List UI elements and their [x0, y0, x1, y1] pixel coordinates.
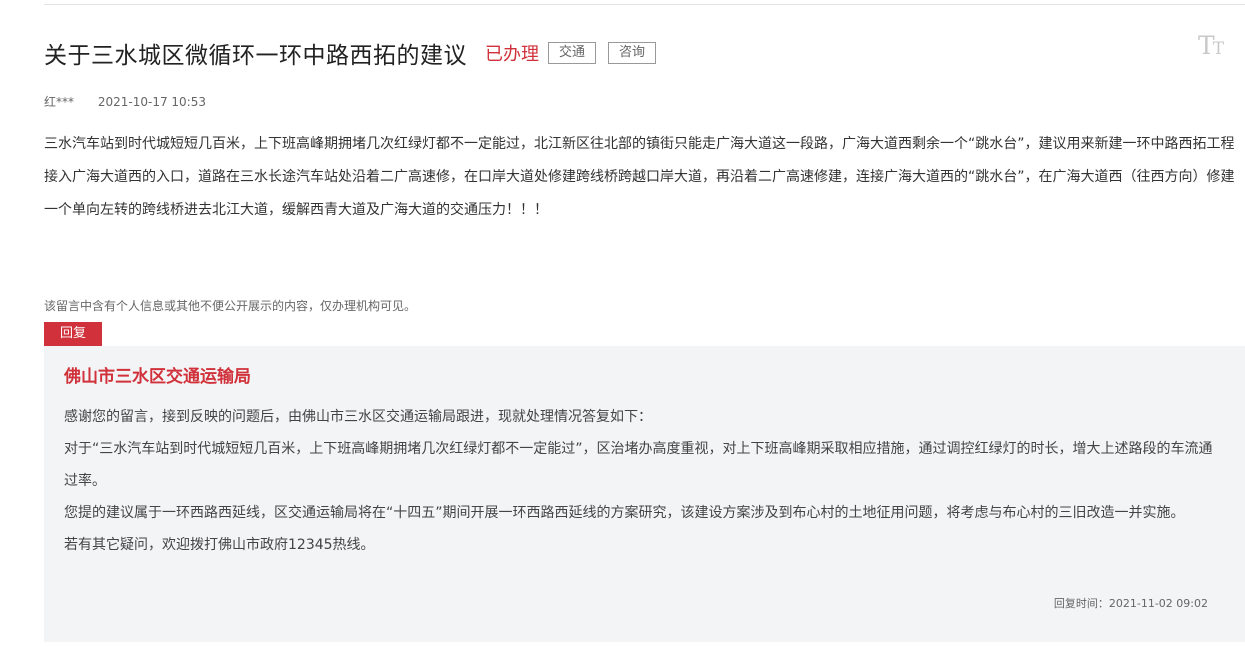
tag-traffic[interactable]: 交通: [548, 42, 597, 64]
reply-paragraph-2: 对于“三水汽车站到时代城短短几百米，上下班高峰期拥堵几次红绿灯都不一定能过”，区…: [64, 441, 1213, 489]
tag-consultation[interactable]: 咨询: [608, 42, 657, 64]
small-t-glyph: T: [1212, 39, 1224, 59]
reply-panel: 佛山市三水区交通运输局 感谢您的留言，接到反映的问题后，由佛山市三水区交通运输局…: [44, 346, 1245, 642]
message-text: 三水汽车站到时代城短短几百米，上下班高峰期拥堵几次红绿灯都不一定能过，北江新区往…: [44, 136, 1235, 218]
privacy-note: 该留言中含有个人信息或其他不便公开展示的内容，仅办理机构可见。: [44, 299, 417, 313]
title-row: 关于三水城区微循环一环中路西拓的建议 已办理 交通 咨询: [44, 36, 657, 70]
reply-time: 回复时间：2021-11-02 09:02: [1053, 597, 1208, 610]
message-detail-page: 关于三水城区微循环一环中路西拓的建议 已办理 交通 咨询 TT 红*** 202…: [0, 0, 1245, 657]
author-name: 红***: [44, 95, 75, 109]
reply-body: 感谢您的留言，接到反映的问题后，由佛山市三水区交通运输局跟进，现就处理情况答复如…: [64, 401, 1224, 561]
message-content: 三水汽车站到时代城短短几百米，上下班高峰期拥堵几次红绿灯都不一定能过，北江新区往…: [44, 128, 1244, 227]
status-label: 已办理: [485, 44, 539, 65]
reply-organization: 佛山市三水区交通运输局: [64, 367, 251, 387]
top-divider: [44, 4, 1245, 5]
reply-paragraph-3: 您提的建议属于一环西路西延线，区交通运输局将在“十四五”期间开展一环西路西延线的…: [64, 505, 1185, 521]
font-size-toggle-icon[interactable]: TT: [1198, 31, 1234, 61]
reply-paragraph-1: 感谢您的留言，接到反映的问题后，由佛山市三水区交通运输局跟进，现就处理情况答复如…: [64, 409, 652, 425]
large-t-glyph: T: [1198, 31, 1215, 60]
message-meta: 红*** 2021-10-17 10:53: [44, 93, 206, 110]
posted-time: 2021-10-17 10:53: [97, 95, 206, 109]
reply-paragraph-4: 若有其它疑问，欢迎拨打佛山市政府12345热线。: [64, 537, 375, 553]
page-title: 关于三水城区微循环一环中路西拓的建议: [44, 43, 467, 69]
reply-tab: 回复: [44, 322, 102, 346]
